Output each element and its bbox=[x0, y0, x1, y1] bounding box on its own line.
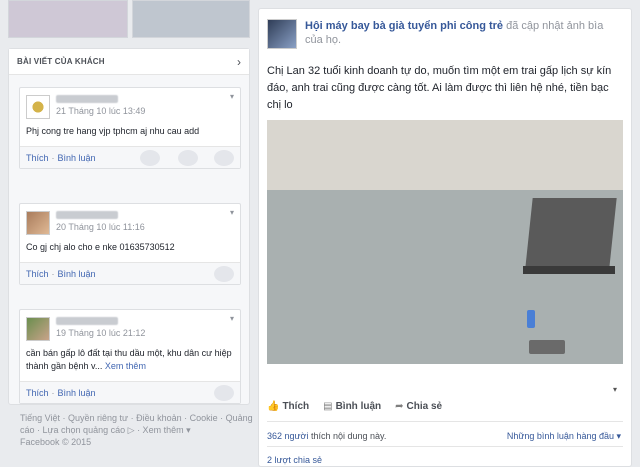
photo-thumbnail[interactable] bbox=[131, 0, 250, 38]
comment-link[interactable]: Bình luận bbox=[58, 388, 96, 398]
see-more-link[interactable]: Xem thêm bbox=[105, 361, 146, 371]
chevron-down-icon[interactable]: ▾ bbox=[230, 314, 234, 323]
like-link[interactable]: Thích bbox=[26, 153, 49, 163]
guest-posts-header[interactable]: BÀI VIẾT CỦA KHÁCH › bbox=[9, 49, 249, 75]
chevron-right-icon[interactable]: › bbox=[237, 55, 241, 69]
chevron-down-icon[interactable]: ▾ bbox=[230, 208, 234, 217]
photo-strip bbox=[8, 0, 250, 38]
page-avatar[interactable] bbox=[267, 19, 297, 49]
blurred-author-name[interactable] bbox=[56, 317, 118, 325]
post-actions: 👍 Thích ▤ Bình luận ➦ Chia sẻ bbox=[267, 401, 442, 412]
footer-links: Tiếng Việt · Quyền riêng tư · Điều khoản… bbox=[20, 412, 258, 448]
like-link[interactable]: Thích bbox=[26, 388, 49, 398]
comment-icon: ▤ bbox=[323, 401, 333, 412]
see-more-link[interactable]: · Xem thêm ▾ bbox=[137, 425, 191, 435]
like-button[interactable]: 👍 Thích bbox=[267, 401, 309, 412]
photo-thumbnail[interactable] bbox=[8, 0, 128, 38]
avatar[interactable] bbox=[26, 317, 50, 341]
likes-suffix: thích nội dung này. bbox=[308, 431, 387, 441]
footer-line[interactable]: Tiếng Việt · Quyền riêng tư · Điều khoản… bbox=[20, 412, 258, 424]
shares-link[interactable]: 2 lượt chia sẻ bbox=[267, 455, 322, 465]
post-timestamp[interactable]: 20 Tháng 10 lúc 11:16 bbox=[56, 222, 145, 232]
photo-background bbox=[267, 120, 623, 190]
avatar[interactable] bbox=[26, 95, 50, 119]
phone-shape bbox=[529, 340, 565, 354]
guest-post: 21 Tháng 10 lúc 13:49 ▾ Phj cong tre han… bbox=[19, 87, 241, 169]
guest-post: 19 Tháng 10 lúc 21:12 ▾ cần bán gấp lô đ… bbox=[19, 309, 241, 404]
post-text: Phj cong tre hang vjp tphcm aj nhu cau a… bbox=[26, 126, 200, 136]
chevron-down-icon[interactable]: ▾ bbox=[613, 385, 617, 394]
avatar[interactable] bbox=[26, 211, 50, 235]
blurred-author-name[interactable] bbox=[56, 95, 118, 103]
post-text: Co gj chj alo cho e nke 01635730512 bbox=[26, 242, 175, 252]
chevron-down-icon[interactable]: ▾ bbox=[230, 92, 234, 101]
post-timestamp[interactable]: 19 Tháng 10 lúc 21:12 bbox=[56, 328, 145, 338]
copyright: Facebook © 2015 bbox=[20, 437, 92, 447]
comment-link[interactable]: Bình luận bbox=[58, 269, 96, 279]
main-post: Hội máy bay bà già tuyển phi công trẻ đã… bbox=[258, 8, 632, 467]
post-actions: Thích · Bình luận bbox=[20, 262, 240, 284]
share-icon: ➦ bbox=[395, 401, 404, 412]
likes-count-link[interactable]: 362 người bbox=[267, 431, 308, 441]
divider bbox=[267, 446, 623, 447]
post-headline: Hội máy bay bà già tuyển phi công trẻ đã… bbox=[305, 19, 621, 49]
laptop-base bbox=[523, 266, 615, 274]
left-column: BÀI VIẾT CỦA KHÁCH › 21 Tháng 10 lúc 13:… bbox=[8, 0, 253, 447]
comment-button[interactable]: ▤ Bình luận bbox=[323, 401, 381, 412]
laptop-shape bbox=[525, 198, 617, 268]
blurred-reactions bbox=[214, 266, 234, 282]
guest-post: 20 Tháng 10 lúc 11:16 ▾ Co gj chj alo ch… bbox=[19, 203, 241, 285]
post-photo[interactable] bbox=[267, 120, 623, 364]
like-link[interactable]: Thích bbox=[26, 269, 49, 279]
guest-posts-title: BÀI VIẾT CỦA KHÁCH bbox=[17, 57, 105, 66]
footer-line[interactable]: cáo · Lựa chọn quảng cáo ▷ · Xem thêm ▾ bbox=[20, 424, 258, 436]
likes-summary: 362 người thích nội dung này. bbox=[267, 431, 386, 441]
ad-choices-link[interactable]: cáo · Lựa chọn quảng cáo bbox=[20, 425, 125, 435]
blurred-reactions bbox=[214, 385, 234, 401]
guest-posts-panel: BÀI VIẾT CỦA KHÁCH › 21 Tháng 10 lúc 13:… bbox=[8, 48, 250, 405]
comment-sort-dropdown[interactable]: Những bình luận hàng đầu ▾ bbox=[507, 431, 621, 442]
lighter-shape bbox=[527, 310, 535, 328]
post-text: Chị Lan 32 tuổi kinh doanh tự do, muốn t… bbox=[267, 65, 612, 111]
post-actions: Thích · Bình luận bbox=[20, 381, 240, 403]
blurred-reactions bbox=[140, 150, 160, 166]
blurred-reactions bbox=[178, 150, 198, 166]
post-text: cần bán gấp lô đất tại thu dầu một, khu … bbox=[20, 341, 240, 381]
thumbs-up-icon: 👍 bbox=[267, 401, 280, 412]
post-timestamp[interactable]: 21 Tháng 10 lúc 13:49 bbox=[56, 106, 145, 116]
post-actions: Thích · Bình luận bbox=[20, 146, 240, 168]
share-button[interactable]: ➦ Chia sẻ bbox=[395, 401, 442, 412]
page-name-link[interactable]: Hội máy bay bà già tuyển phi công trẻ bbox=[305, 20, 503, 32]
blurred-author-name[interactable] bbox=[56, 211, 118, 219]
blurred-reactions bbox=[214, 150, 234, 166]
comment-link[interactable]: Bình luận bbox=[58, 153, 96, 163]
adchoices-icon: ▷ bbox=[127, 425, 135, 435]
divider bbox=[267, 421, 623, 422]
